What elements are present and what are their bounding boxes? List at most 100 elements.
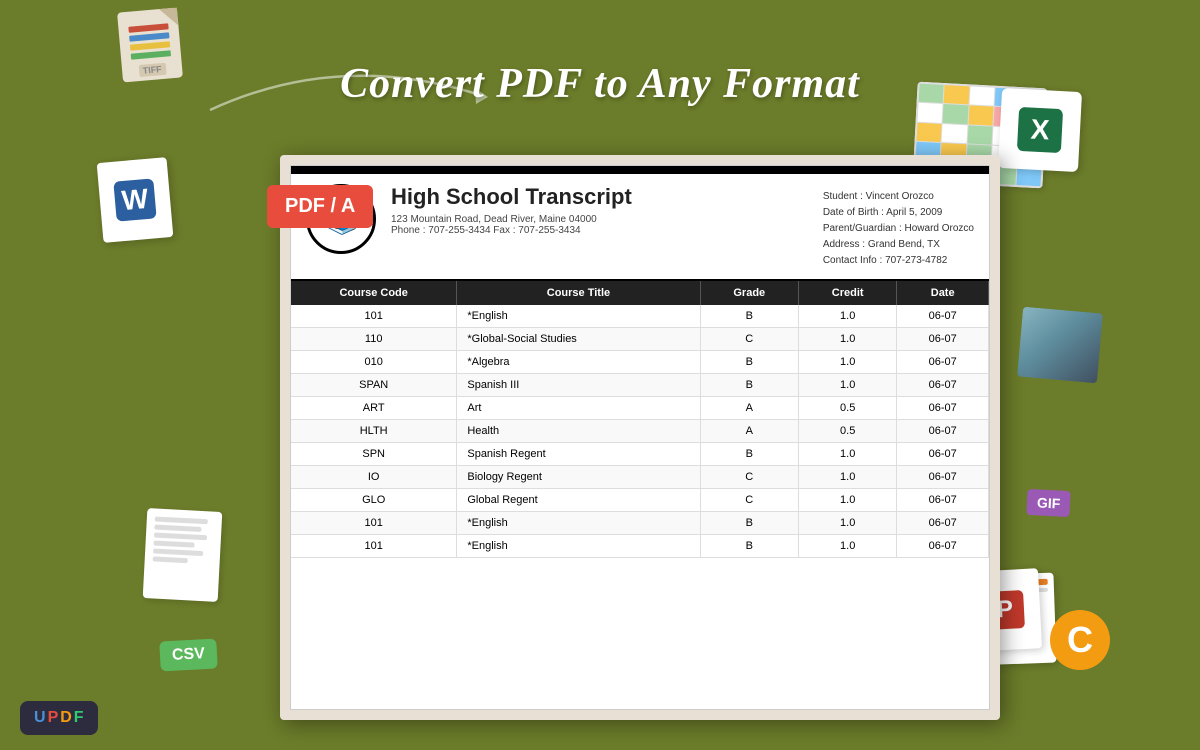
- table-cell: Art: [457, 397, 700, 420]
- transcript-table: Course Code Course Title Grade Credit Da…: [291, 281, 989, 558]
- tiff-label: TIFF: [138, 63, 166, 77]
- document-container: 📚 High School Transcript 123 Mountain Ro…: [280, 155, 1000, 720]
- small-doc-icon: [143, 508, 223, 602]
- table-cell: GLO: [291, 489, 457, 512]
- table-cell: 1.0: [798, 535, 896, 558]
- student-guardian: Parent/Guardian : Howard Orozco: [823, 221, 974, 237]
- table-cell: C: [700, 466, 798, 489]
- col-header-credit: Credit: [798, 281, 896, 305]
- table-cell: 1.0: [798, 512, 896, 535]
- updf-p: P: [48, 709, 59, 727]
- table-cell: 1.0: [798, 466, 896, 489]
- table-cell: 1.0: [798, 489, 896, 512]
- doc-header-bar: [291, 166, 989, 174]
- word-file-icon: W: [97, 157, 174, 243]
- table-cell: B: [700, 512, 798, 535]
- student-dob: Date of Birth : April 5, 2009: [823, 205, 974, 221]
- table-row: 101*EnglishB1.006-07: [291, 535, 989, 558]
- table-cell: Global Regent: [457, 489, 700, 512]
- table-cell: 06-07: [897, 305, 989, 328]
- doc-phone: Phone : 707-255-3434 Fax : 707-255-3434: [391, 225, 823, 236]
- col-header-grade: Grade: [700, 281, 798, 305]
- table-cell: B: [700, 305, 798, 328]
- table-cell: 010: [291, 351, 457, 374]
- table-cell: 101: [291, 305, 457, 328]
- table-cell: SPAN: [291, 374, 457, 397]
- gif-file-icon: GIF: [1026, 489, 1071, 517]
- table-cell: 06-07: [897, 420, 989, 443]
- col-header-code: Course Code: [291, 281, 457, 305]
- table-cell: *English: [457, 512, 700, 535]
- table-cell: *English: [457, 535, 700, 558]
- table-row: IOBiology RegentC1.006-07: [291, 466, 989, 489]
- table-cell: B: [700, 535, 798, 558]
- table-cell: 101: [291, 512, 457, 535]
- table-row: SPANSpanish IIIB1.006-07: [291, 374, 989, 397]
- table-cell: 06-07: [897, 443, 989, 466]
- table-cell: B: [700, 443, 798, 466]
- table-cell: 06-07: [897, 374, 989, 397]
- table-row: 101*EnglishB1.006-07: [291, 305, 989, 328]
- table-cell: *Algebra: [457, 351, 700, 374]
- table-cell: SPN: [291, 443, 457, 466]
- table-row: SPNSpanish RegentB1.006-07: [291, 443, 989, 466]
- doc-header-content: 📚 High School Transcript 123 Mountain Ro…: [291, 174, 989, 281]
- table-cell: B: [700, 351, 798, 374]
- table-cell: C: [700, 489, 798, 512]
- table-cell: 06-07: [897, 397, 989, 420]
- table-cell: *Global-Social Studies: [457, 328, 700, 351]
- table-cell: 1.0: [798, 443, 896, 466]
- table-row: HLTHHealthA0.506-07: [291, 420, 989, 443]
- student-info: Student : Vincent Orozco Date of Birth :…: [823, 184, 974, 269]
- table-cell: Biology Regent: [457, 466, 700, 489]
- table-cell: 06-07: [897, 466, 989, 489]
- table-cell: *English: [457, 305, 700, 328]
- col-header-title: Course Title: [457, 281, 700, 305]
- table-cell: 06-07: [897, 535, 989, 558]
- table-cell: 06-07: [897, 489, 989, 512]
- table-cell: HLTH: [291, 420, 457, 443]
- table-row: 110*Global-Social StudiesC1.006-07: [291, 328, 989, 351]
- updf-f: F: [74, 709, 84, 727]
- table-row: ARTArtA0.506-07: [291, 397, 989, 420]
- table-row: 010*AlgebraB1.006-07: [291, 351, 989, 374]
- student-address: Address : Grand Bend, TX: [823, 237, 974, 253]
- pdf-badge: PDF / A: [267, 185, 373, 228]
- c-file-icon: C: [1050, 610, 1110, 670]
- table-cell: 101: [291, 535, 457, 558]
- csv-file-icon: CSV: [159, 639, 217, 672]
- updf-d: D: [60, 709, 72, 727]
- student-name: Student : Vincent Orozco: [823, 189, 974, 205]
- table-cell: Health: [457, 420, 700, 443]
- excel-file-icon: X: [998, 88, 1082, 172]
- table-header-row: Course Code Course Title Grade Credit Da…: [291, 281, 989, 305]
- table-cell: 1.0: [798, 328, 896, 351]
- table-cell: 0.5: [798, 420, 896, 443]
- excel-x-letter: X: [1017, 107, 1063, 153]
- table-cell: 1.0: [798, 374, 896, 397]
- table-cell: 0.5: [798, 397, 896, 420]
- doc-address: 123 Mountain Road, Dead River, Maine 040…: [391, 214, 823, 225]
- photo-file-icon: [1017, 307, 1103, 384]
- table-cell: 110: [291, 328, 457, 351]
- doc-title-block: High School Transcript 123 Mountain Road…: [391, 184, 823, 269]
- student-contact: Contact Info : 707-273-4782: [823, 253, 974, 269]
- table-row: 101*EnglishB1.006-07: [291, 512, 989, 535]
- table-cell: Spanish III: [457, 374, 700, 397]
- table-cell: A: [700, 397, 798, 420]
- table-row: GLOGlobal RegentC1.006-07: [291, 489, 989, 512]
- doc-title: High School Transcript: [391, 184, 823, 210]
- table-cell: C: [700, 328, 798, 351]
- table-cell: 1.0: [798, 351, 896, 374]
- table-cell: B: [700, 374, 798, 397]
- table-cell: 1.0: [798, 305, 896, 328]
- table-cell: 06-07: [897, 512, 989, 535]
- table-cell: 06-07: [897, 351, 989, 374]
- table-cell: A: [700, 420, 798, 443]
- word-w-letter: W: [113, 178, 156, 221]
- col-header-date: Date: [897, 281, 989, 305]
- document-inner: 📚 High School Transcript 123 Mountain Ro…: [290, 165, 990, 710]
- table-cell: Spanish Regent: [457, 443, 700, 466]
- updf-logo: UPDF: [20, 701, 98, 735]
- updf-u: U: [34, 709, 46, 727]
